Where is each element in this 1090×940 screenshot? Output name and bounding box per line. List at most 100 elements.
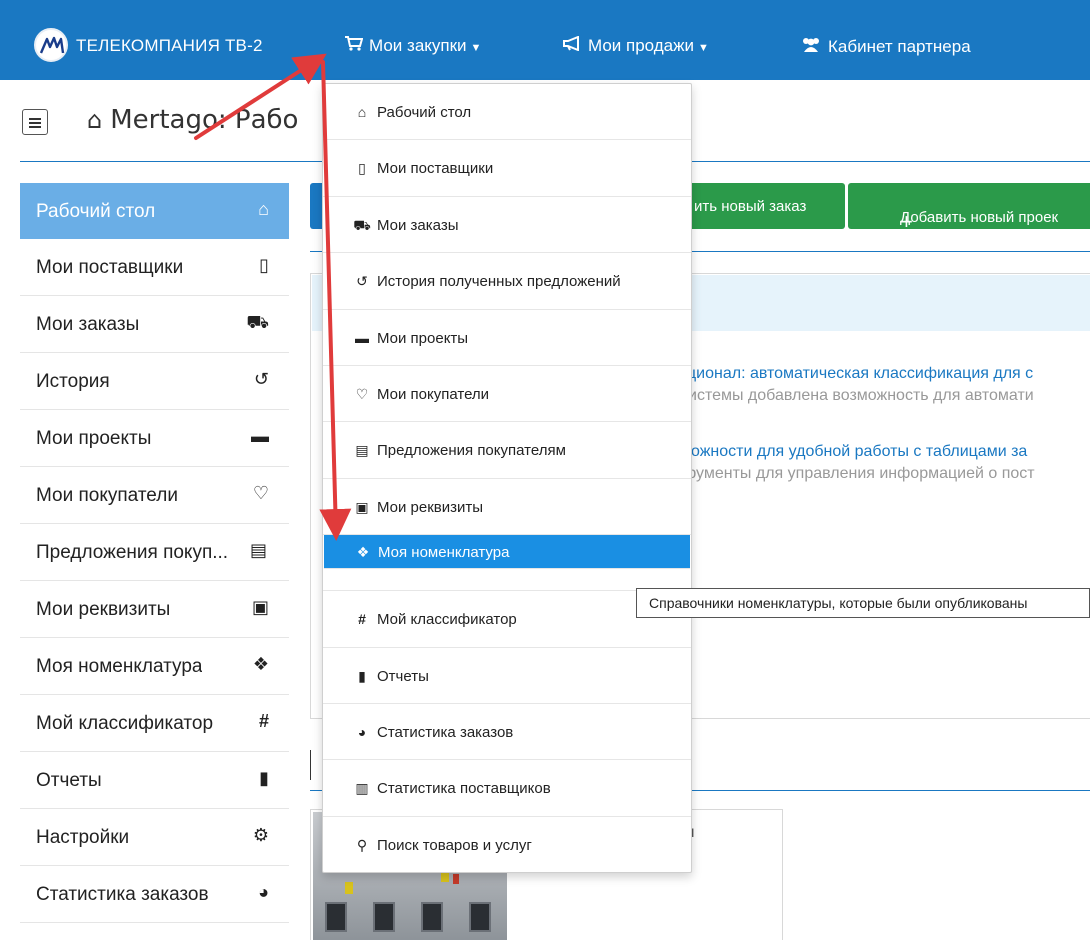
top-navbar: ТЕЛЕКОМПАНИЯ ТВ-2 Мои закупки ▼ Мои прода… — [0, 0, 1090, 80]
home-icon: ⌂ — [258, 199, 269, 219]
sidebar-item-label: Отчеты — [36, 770, 102, 791]
menu-item-orders[interactable]: ⛟ Мои заказы — [323, 197, 691, 254]
menu-item-label: Мои заказы — [377, 216, 459, 234]
document-icon: ▤ — [249, 540, 267, 560]
sidebar-item-label: Мои покупатели — [36, 485, 178, 506]
gears-icon: ⚙ — [252, 825, 269, 845]
news-description: трументы для управления информацией о по… — [680, 465, 1035, 482]
sidebar-item-order-stats[interactable]: Статистика заказов ◕ — [20, 866, 289, 923]
menu-item-offers-history[interactable]: ↺ История полученных предложений — [323, 253, 691, 310]
sidebar-item-dashboard[interactable]: Рабочий стол ⌂ — [20, 183, 289, 239]
nav-my-sales[interactable]: Мои продажи ▼ — [562, 35, 709, 56]
sidebar-item-suppliers[interactable]: Мои поставщики ▯ — [20, 239, 289, 296]
nav-my-sales-label: Мои продажи — [588, 36, 695, 55]
menu-item-suppliers[interactable]: ▯ Мои поставщики — [323, 140, 691, 197]
menu-item-label: Мой классификатор — [377, 611, 517, 629]
nav-my-purchases-label: Мои закупки — [369, 36, 467, 55]
pie-chart-icon: ◕ — [258, 882, 269, 902]
menu-item-projects[interactable]: ▬ Мои проекты — [323, 310, 691, 366]
add-project-label: Добавить новый проек — [900, 209, 1059, 226]
sidebar-item-orders[interactable]: Мои заказы ⛟ — [20, 296, 289, 353]
brand-name[interactable]: ТЕЛЕКОМПАНИЯ ТВ-2 — [76, 36, 263, 56]
sidebar-item-requisites[interactable]: Мои реквизиты ▣ — [20, 581, 289, 638]
sidebar-item-reports[interactable]: Отчеты ▮ — [20, 752, 289, 809]
sidebar-item-projects[interactable]: Мои проекты ▬ — [20, 410, 289, 467]
menu-item-dashboard[interactable]: ⌂ Рабочий стол — [323, 84, 691, 141]
menu-item-label: Мои поставщики — [377, 160, 494, 178]
menu-item-nomenclature[interactable]: ❖ Моя номенклатура — [324, 535, 690, 570]
users-icon — [800, 36, 822, 57]
cart-icon — [345, 36, 364, 56]
menu-item-requisites[interactable]: ▣ Мои реквизиты — [323, 479, 691, 536]
menu-item-label: Мои проекты — [377, 329, 469, 347]
news-description: системы добавлена возможность для автома… — [680, 387, 1034, 404]
sidebar-item-label: Предложения покуп... — [36, 542, 229, 563]
news-title[interactable]: можности для удобной работы с таблицами … — [680, 443, 1090, 461]
sidebar-item-history[interactable]: История ↺ — [20, 353, 289, 410]
sidebar-toggle-button[interactable] — [22, 109, 48, 135]
menu-item-supplier-stats[interactable]: ▥ Статистика поставщиков — [323, 760, 691, 817]
sidebar-item-label: Статистика заказов — [36, 884, 209, 905]
menu-item-search[interactable]: ⚲ Поиск товаров и услуг — [323, 817, 691, 873]
sidebar: Рабочий стол ⌂ Мои поставщики ▯ Мои заказы… — [20, 183, 289, 923]
menu-item-buyer-offers[interactable]: ▤ Предложения покупателям — [323, 422, 691, 479]
briefcase-icon: ▬ — [355, 329, 369, 346]
sidebar-item-label: Мои поставщики — [36, 257, 184, 278]
building-icon: ▯ — [358, 160, 366, 177]
sidebar-item-nomenclature[interactable]: Моя номенклатура ❖ — [20, 638, 289, 695]
sidebar-item-label: Рабочий стол — [36, 201, 156, 222]
home-icon: ⌂ — [87, 106, 103, 134]
cart-icon: ⛟ — [353, 216, 371, 233]
building-icon: ▯ — [259, 255, 269, 275]
hash-icon: # — [258, 711, 269, 731]
bullhorn-icon — [562, 35, 582, 56]
menu-item-label: Статистика поставщиков — [377, 780, 551, 798]
news-title[interactable]: кционал: автоматическая классификация дл… — [680, 365, 1090, 383]
nomenclature-tooltip: Справочники номенклатуры, которые были о… — [636, 588, 1090, 618]
purchases-dropdown-menu: ⌂ Рабочий стол ▯ Мои поставщики ⛟ Мои заказ… — [322, 83, 692, 873]
sidebar-item-label: Моя номенклатура — [36, 656, 203, 677]
nav-partner-cabinet-label: Кабинет партнера — [828, 37, 971, 56]
file-icon: ▮ — [358, 667, 366, 684]
page-title: ⌂ Mertago: Рабо — [87, 105, 322, 135]
menu-item-label: Рабочий стол — [377, 104, 472, 121]
sidebar-item-settings[interactable]: Настройки ⚙ — [20, 809, 289, 866]
menu-item-label: Отчеты — [377, 667, 429, 685]
nav-my-purchases[interactable]: Мои закупки ▼ — [345, 36, 481, 56]
sidebar-item-label: История — [36, 371, 110, 392]
handshake-icon: ♡ — [252, 483, 269, 503]
briefcase-icon: ▬ — [251, 426, 269, 446]
add-order-button[interactable]: ить новый заказ — [680, 183, 845, 229]
add-project-button[interactable]: + Добавить новый проек — [848, 183, 1090, 229]
nav-partner-cabinet[interactable]: Кабинет партнера — [800, 36, 971, 57]
menu-item-label: Статистика заказов — [377, 723, 514, 741]
menu-item-label: История полученных предложений — [377, 273, 621, 291]
menu-item-buyers[interactable]: ♡ Мои покупатели — [323, 366, 691, 423]
menu-item-reports[interactable]: ▮ Отчеты — [323, 648, 691, 704]
sidebar-item-buyers[interactable]: Мои покупатели ♡ — [20, 467, 289, 524]
file-icon: ▮ — [259, 768, 269, 788]
home-icon: ⌂ — [357, 104, 367, 120]
menu-item-label: Моя номенклатура — [378, 544, 510, 562]
news-item[interactable]: кционал: автоматическая классификация дл… — [680, 365, 1090, 405]
id-card-icon: ▣ — [355, 498, 369, 515]
menu-item-label: Мои реквизиты — [377, 498, 484, 516]
section-heading-fragment — [310, 750, 322, 780]
sidebar-item-classifier[interactable]: Мой классификатор # — [20, 695, 289, 752]
add-order-label: ить новый заказ — [694, 198, 807, 215]
logo-mark-icon — [39, 36, 65, 54]
brand-logo[interactable] — [34, 28, 68, 62]
pie-chart-icon: ◕ — [357, 723, 367, 740]
bar-chart-icon: ▥ — [355, 780, 369, 797]
menu-item-label: Поиск товаров и услуг — [377, 836, 532, 854]
hash-icon: # — [358, 611, 366, 628]
sidebar-item-buyer-offers[interactable]: Предложения покуп... ▤ — [20, 524, 289, 581]
search-icon: ⚲ — [356, 836, 368, 853]
document-icon: ▤ — [355, 442, 369, 459]
sidebar-item-label: Мой классификатор — [36, 713, 214, 734]
menu-item-order-stats[interactable]: ◕ Статистика заказов — [323, 704, 691, 761]
news-item[interactable]: можности для удобной работы с таблицами … — [680, 443, 1090, 483]
page-title-text: Mertago: Рабо — [110, 105, 299, 135]
cart-icon: ⛟ — [246, 312, 269, 332]
menu-item-label: Предложения покупателям — [377, 442, 566, 460]
